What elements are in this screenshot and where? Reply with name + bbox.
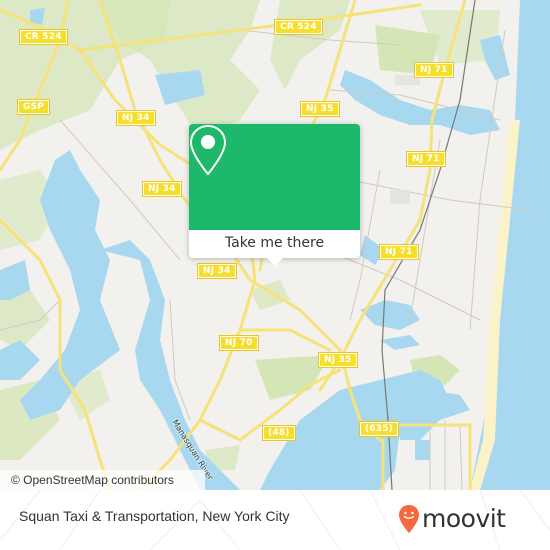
road-shield-nj71-south: NJ 71	[379, 244, 419, 260]
map-pin-icon	[189, 124, 227, 176]
map-view[interactable]: CR 524 CR 524 GSP NJ 34 NJ 34 NJ 34 NJ 3…	[0, 0, 550, 490]
road-shield-nj71-north: NJ 71	[414, 62, 454, 78]
moovit-logo[interactable]: moovit	[398, 503, 506, 535]
road-shield-48: (48)	[262, 425, 296, 441]
road-shield-nj70: NJ 70	[219, 335, 259, 351]
location-popup: Take me there	[189, 124, 360, 266]
road-shield-nj71-mid: NJ 71	[406, 151, 446, 167]
road-shield-nj35-south: NJ 35	[318, 352, 358, 368]
road-shield-nj35-north: NJ 35	[300, 101, 340, 117]
footer-bar: Squan Taxi & Transportation, New York Ci…	[0, 490, 550, 550]
road-shield-nj34-mid: NJ 34	[142, 181, 182, 197]
road-shield-cr524-east: CR 524	[274, 19, 323, 35]
road-shield-635: (635)	[358, 421, 400, 437]
popup-pointer	[266, 257, 284, 266]
road-shield-nj34-north: NJ 34	[116, 110, 156, 126]
road-shield-gsp: GSP	[16, 99, 51, 115]
road-shield-nj34-south: NJ 34	[197, 263, 237, 279]
place-title: Squan Taxi & Transportation, New York Ci…	[19, 508, 290, 524]
moovit-pin-icon	[399, 505, 419, 533]
popup-header	[189, 124, 360, 230]
map-attribution[interactable]: © OpenStreetMap contributors	[0, 470, 205, 490]
moovit-wordmark: moovit	[422, 504, 506, 533]
take-me-there-button[interactable]: Take me there	[189, 230, 360, 258]
road-shield-cr524-west: CR 524	[19, 29, 68, 45]
